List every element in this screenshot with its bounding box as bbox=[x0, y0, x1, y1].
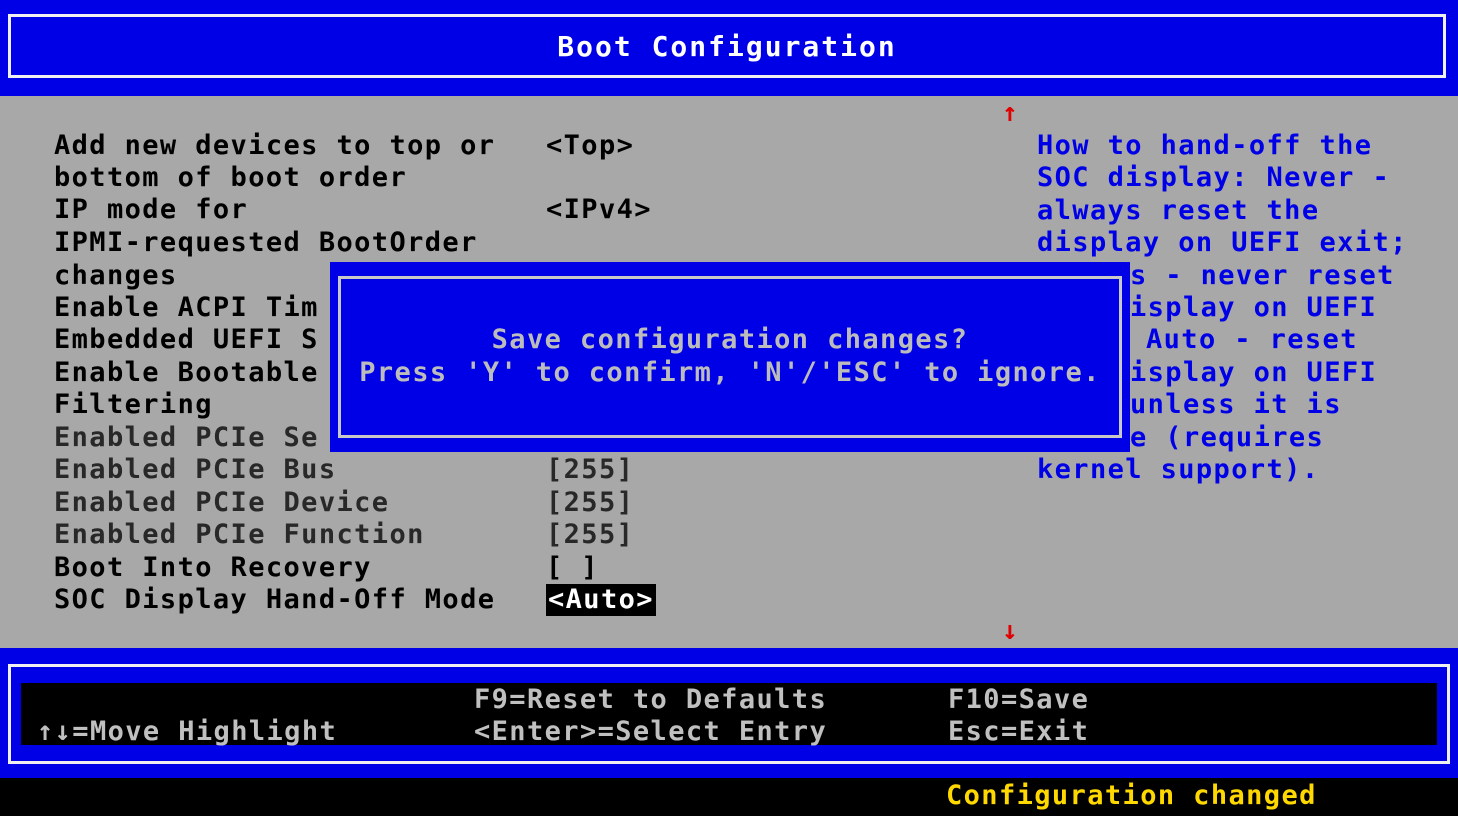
help-line: display on UEFI exit; bbox=[1037, 227, 1408, 258]
help-line: isplay on UEFI bbox=[1130, 292, 1378, 323]
title-bar: Boot Configuration bbox=[0, 0, 1458, 96]
setting-label-boot-order-cont: bottom of boot order bbox=[54, 162, 408, 193]
setting-label-ip-mode[interactable]: IP mode for bbox=[54, 194, 248, 226]
key-select-entry: <Enter>=Select Entry bbox=[474, 716, 828, 747]
setting-label-enable-acpi[interactable]: Enable ACPI Tim bbox=[54, 292, 319, 324]
setting-value-pcie-bus[interactable]: [255] bbox=[546, 454, 634, 486]
status-message: Configuration changed bbox=[946, 780, 1317, 811]
dialog-instructions: Press 'Y' to confirm, 'N'/'ESC' to ignor… bbox=[359, 357, 1101, 388]
footer-bar: ↑↓=Move Highlight F9=Reset to Defaults <… bbox=[0, 648, 1458, 778]
setting-label-soc-display[interactable]: SOC Display Hand-Off Mode bbox=[54, 584, 495, 616]
scroll-down-icon[interactable]: ↓ bbox=[1002, 618, 1018, 644]
setting-value-soc-display[interactable]: <Auto> bbox=[546, 584, 656, 616]
help-line: kernel support). bbox=[1037, 454, 1320, 485]
setting-label-ipmi-bootorder-cont: changes bbox=[54, 260, 178, 291]
key-exit: Esc=Exit bbox=[948, 716, 1090, 747]
setting-checkbox-boot-recovery[interactable]: [ ] bbox=[546, 552, 599, 584]
setting-value-add-new-devices[interactable]: <Top> bbox=[546, 130, 634, 162]
help-line: SOC display: Never - bbox=[1037, 162, 1391, 193]
help-line: unless it is bbox=[1130, 389, 1342, 420]
setting-value-ip-mode[interactable]: <IPv4> bbox=[546, 194, 652, 226]
help-line: s - never reset bbox=[1130, 260, 1395, 291]
scroll-up-icon[interactable]: ↑ bbox=[1002, 100, 1018, 126]
setting-label-pcie-device[interactable]: Enabled PCIe Device bbox=[54, 487, 389, 519]
save-changes-dialog[interactable]: Save configuration changes? Press 'Y' to… bbox=[330, 262, 1130, 452]
page-title: Boot Configuration bbox=[8, 14, 1446, 78]
footer-border: ↑↓=Move Highlight F9=Reset to Defaults <… bbox=[8, 664, 1450, 764]
help-line: isplay on UEFI bbox=[1130, 357, 1378, 388]
help-line: Auto - reset bbox=[1146, 324, 1358, 355]
setting-label-embedded-uefi[interactable]: Embedded UEFI S bbox=[54, 324, 319, 356]
setting-label-pcie-bus[interactable]: Enabled PCIe Bus bbox=[54, 454, 337, 486]
help-line: always reset the bbox=[1037, 195, 1320, 226]
key-move-highlight: ↑↓=Move Highlight bbox=[37, 716, 338, 747]
setting-label-pcie-segment[interactable]: Enabled PCIe Se bbox=[54, 422, 319, 454]
help-line: e (requires bbox=[1130, 422, 1325, 453]
setting-label-ipmi-bootorder[interactable]: IPMI-requested BootOrder bbox=[54, 227, 478, 259]
setting-label-boot-recovery[interactable]: Boot Into Recovery bbox=[54, 552, 372, 584]
dialog-question: Save configuration changes? bbox=[491, 324, 969, 355]
setting-value-pcie-function[interactable]: [255] bbox=[546, 519, 634, 551]
setting-value-pcie-device[interactable]: [255] bbox=[546, 487, 634, 519]
setting-label-enable-bootable[interactable]: Enable Bootable bbox=[54, 357, 319, 389]
setting-label-add-new-devices[interactable]: Add new devices to top or bbox=[54, 130, 495, 162]
setting-label-filtering: Filtering bbox=[54, 389, 213, 420]
key-help-panel: ↑↓=Move Highlight F9=Reset to Defaults <… bbox=[21, 683, 1437, 747]
setting-label-pcie-function[interactable]: Enabled PCIe Function bbox=[54, 519, 425, 551]
key-save: F10=Save bbox=[948, 684, 1090, 715]
help-line: How to hand-off the bbox=[1037, 130, 1373, 161]
key-reset-defaults: F9=Reset to Defaults bbox=[474, 684, 828, 715]
